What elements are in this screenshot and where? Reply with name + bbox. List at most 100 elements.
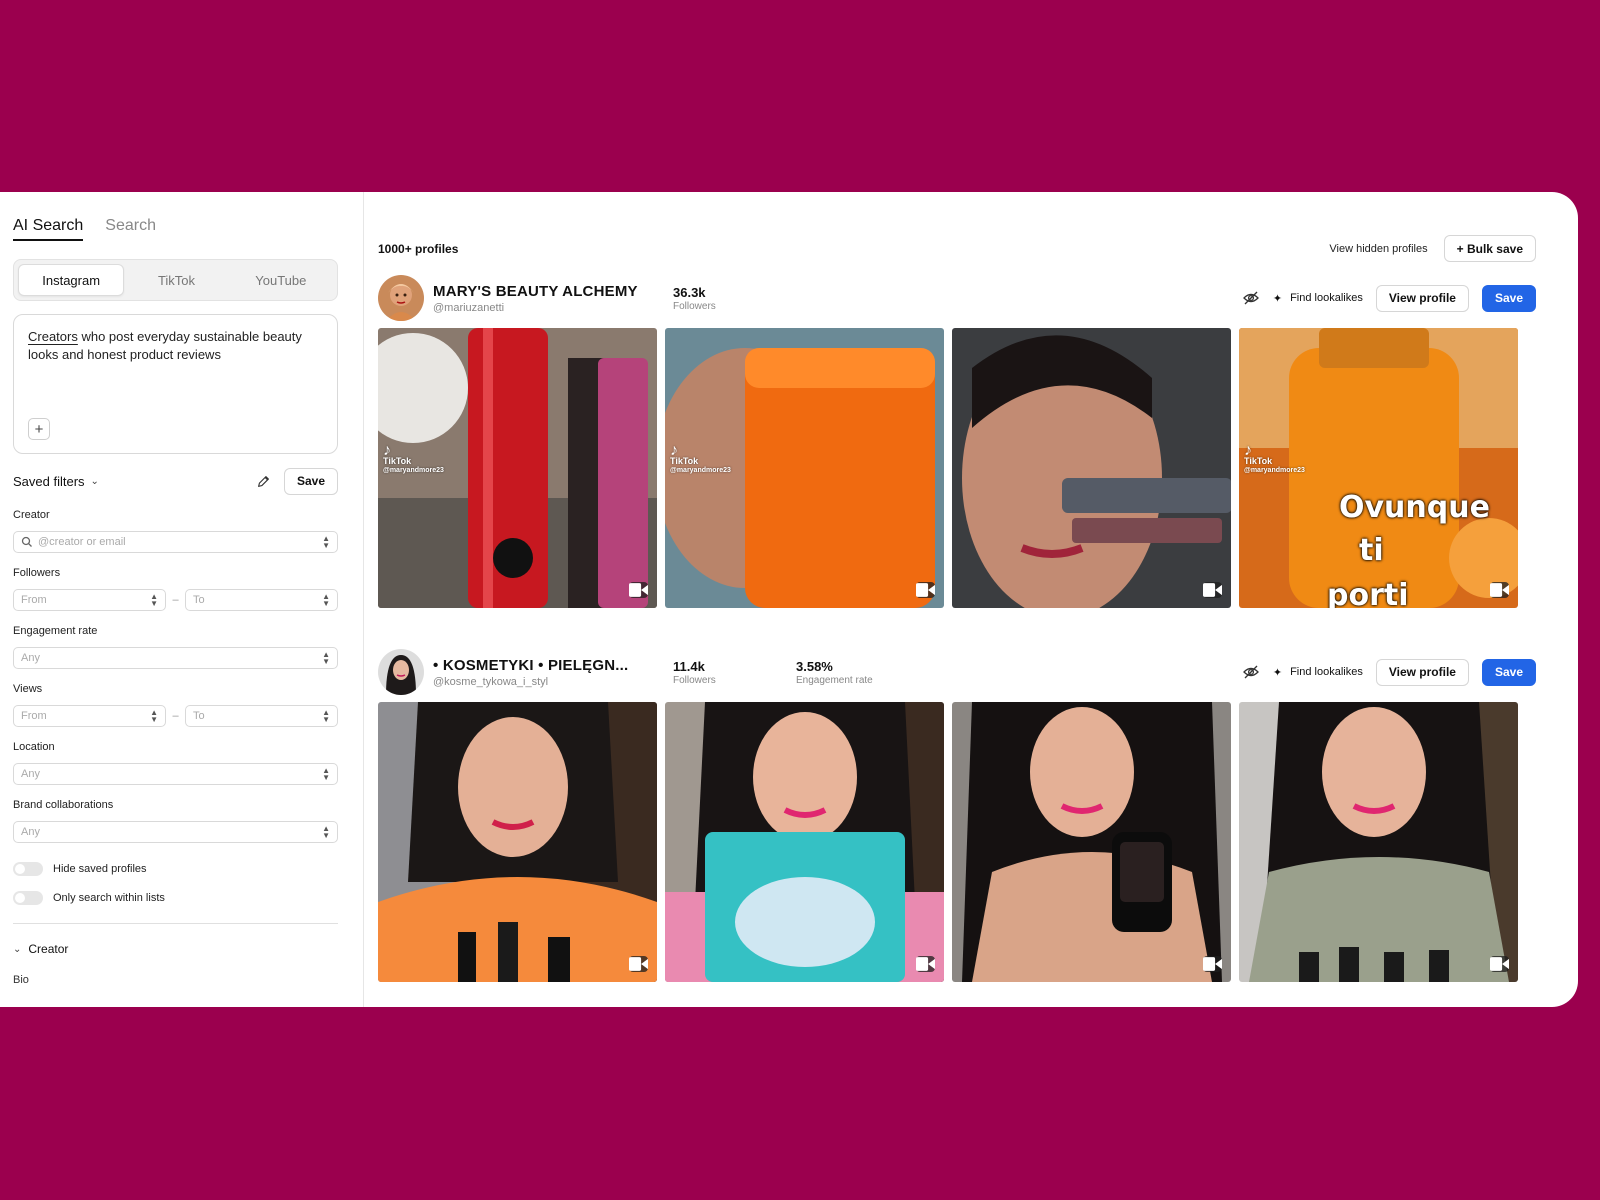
brand-value: Any: [21, 826, 40, 838]
engagement-stat: 3.58% Engagement rate: [796, 659, 919, 686]
profile-header: MARY'S BEAUTY ALCHEMY @mariuzanetti 36.3…: [378, 274, 1536, 322]
views-from-value: From: [21, 710, 47, 722]
divider: [13, 923, 338, 924]
tiktok-icon: ♪: [670, 442, 678, 459]
range-dash: –: [172, 594, 179, 606]
post-thumbnail[interactable]: [952, 328, 1231, 608]
tab-ai-search[interactable]: AI Search: [13, 217, 84, 241]
tab-search[interactable]: Search: [105, 217, 156, 241]
find-lookalikes-button[interactable]: ✦ Find lookalikes: [1273, 666, 1363, 679]
results-toolbar: 1000+ profiles View hidden profiles + Bu…: [378, 235, 1536, 262]
chevron-down-icon: ⌄: [90, 475, 99, 487]
creator-placeholder: @creator or email: [38, 536, 126, 548]
find-lookalikes-button[interactable]: ✦ Find lookalikes: [1273, 292, 1363, 305]
location-select[interactable]: Any ▲ ▼: [13, 763, 338, 785]
profile-handle: @mariuzanetti: [433, 301, 505, 314]
tiktok-badge: ♪ TikTok @maryandmore23: [670, 442, 731, 476]
save-filters-button[interactable]: Save: [283, 467, 338, 495]
saved-filters-dropdown[interactable]: Saved filters ⌄: [13, 474, 99, 489]
only-lists-row: Only search within lists: [13, 890, 337, 906]
post-thumbnail[interactable]: [665, 702, 944, 982]
post-thumbnail[interactable]: [1239, 702, 1518, 982]
followers-filter-label: Followers: [13, 567, 61, 579]
stat-value: 11.4k: [673, 658, 705, 674]
bulk-save-button[interactable]: + Bulk save: [1443, 235, 1536, 262]
stat-label: Followers: [673, 674, 716, 686]
followers-range: From ▲ ▼ – To ▲ ▼: [13, 581, 338, 611]
hide-profile-icon[interactable]: [1242, 663, 1260, 681]
platform-tiktok[interactable]: TikTok: [124, 264, 228, 296]
edit-icon[interactable]: [256, 473, 272, 489]
profile-handle: @kosme_tykowa_i_styl: [433, 675, 549, 688]
search-icon: [21, 536, 32, 547]
saved-filters-label: Saved filters: [13, 473, 85, 489]
stat-value: 36.3k: [673, 284, 706, 300]
avatar[interactable]: [378, 275, 424, 321]
updown-icon: ▲ ▼: [150, 592, 158, 608]
overlay-text: Ovunque: [1339, 490, 1490, 525]
post-thumbnail[interactable]: ♪ TikTok @maryandmore23: [378, 328, 657, 608]
location-filter-label: Location: [13, 741, 55, 753]
profile-identity: • KOSMETYKI • PIELĘGN... @kosme_tykowa_i…: [433, 657, 673, 688]
followers-from-select[interactable]: From ▲ ▼: [13, 589, 166, 611]
view-hidden-profiles-link[interactable]: View hidden profiles: [1329, 243, 1427, 255]
views-filter-label: Views: [13, 683, 43, 695]
avatar[interactable]: [378, 649, 424, 695]
updown-icon: ▲ ▼: [322, 824, 330, 840]
video-icon: [1490, 956, 1509, 972]
prompt-keyword: Creators: [28, 329, 78, 344]
profile-name[interactable]: MARY'S BEAUTY ALCHEMY: [433, 283, 673, 300]
creator-filter-label: Creator: [13, 509, 50, 521]
only-lists-toggle[interactable]: [13, 891, 43, 905]
mode-tabs: AI Search Search: [13, 217, 337, 241]
stat-label: Followers: [673, 300, 716, 312]
creator-search-input[interactable]: @creator or email ▲ ▼: [13, 531, 338, 553]
view-profile-button[interactable]: View profile: [1375, 284, 1469, 312]
engagement-filter-label: Engagement rate: [13, 625, 98, 637]
overlay-text: porti: [1327, 578, 1409, 608]
video-icon: [629, 582, 648, 598]
tiktok-badge: ♪ TikTok @maryandmore23: [383, 442, 444, 476]
sparkle-icon: ✦: [1272, 292, 1283, 305]
updown-icon: ▲ ▼: [322, 766, 330, 782]
post-thumbnail[interactable]: [952, 702, 1231, 982]
creator-section-header[interactable]: ⌄ Creator: [13, 942, 337, 956]
followers-to-value: To: [193, 594, 205, 606]
video-icon: [1490, 582, 1509, 598]
save-profile-button[interactable]: Save: [1481, 658, 1536, 686]
tiktok-icon: ♪: [383, 442, 391, 459]
video-icon: [1203, 956, 1222, 972]
post-thumbnail[interactable]: [378, 702, 657, 982]
stat-label: Engagement rate: [796, 674, 873, 686]
profile-identity: MARY'S BEAUTY ALCHEMY @mariuzanetti: [433, 283, 673, 314]
profile-name[interactable]: • KOSMETYKI • PIELĘGN...: [433, 657, 673, 674]
views-from-select[interactable]: From ▲ ▼: [13, 705, 166, 727]
badge-platform: TikTok: [383, 456, 412, 466]
views-to-select[interactable]: To ▲ ▼: [185, 705, 338, 727]
post-thumbnail[interactable]: ♪ TikTok @maryandmore23 Ovunque ti porti: [1239, 328, 1518, 608]
toolbar-actions: View hidden profiles + Bulk save: [1329, 235, 1536, 262]
app-window: AI Search Search Instagram TikTok YouTub…: [0, 192, 1578, 1007]
platform-youtube[interactable]: YouTube: [229, 264, 333, 296]
updown-icon: ▲ ▼: [322, 708, 330, 724]
video-icon: [1203, 582, 1222, 598]
hide-saved-toggle[interactable]: [13, 862, 43, 876]
brand-select[interactable]: Any ▲ ▼: [13, 821, 338, 843]
results-count: 1000+ profiles: [378, 241, 459, 256]
video-icon: [916, 956, 935, 972]
post-thumbnail[interactable]: ♪ TikTok @maryandmore23: [665, 328, 944, 608]
view-profile-button[interactable]: View profile: [1375, 658, 1469, 686]
save-profile-button[interactable]: Save: [1481, 284, 1536, 312]
views-range: From ▲ ▼ – To ▲ ▼: [13, 697, 338, 727]
overlay-text: ti: [1359, 533, 1384, 568]
hide-profile-icon[interactable]: [1242, 289, 1260, 307]
platform-instagram[interactable]: Instagram: [18, 264, 125, 296]
updown-icon: ▲ ▼: [322, 592, 330, 608]
badge-handle: @maryandmore23: [1244, 467, 1305, 474]
ai-prompt-input[interactable]: Creators who post everyday sustainable b…: [13, 314, 338, 454]
followers-to-select[interactable]: To ▲ ▼: [185, 589, 338, 611]
engagement-select[interactable]: Any ▲ ▼: [13, 647, 338, 669]
add-attachment-button[interactable]: +: [28, 418, 50, 440]
platform-switcher: Instagram TikTok YouTube: [13, 259, 338, 301]
profile-actions: ✦ Find lookalikes View profile Save: [1242, 284, 1536, 312]
